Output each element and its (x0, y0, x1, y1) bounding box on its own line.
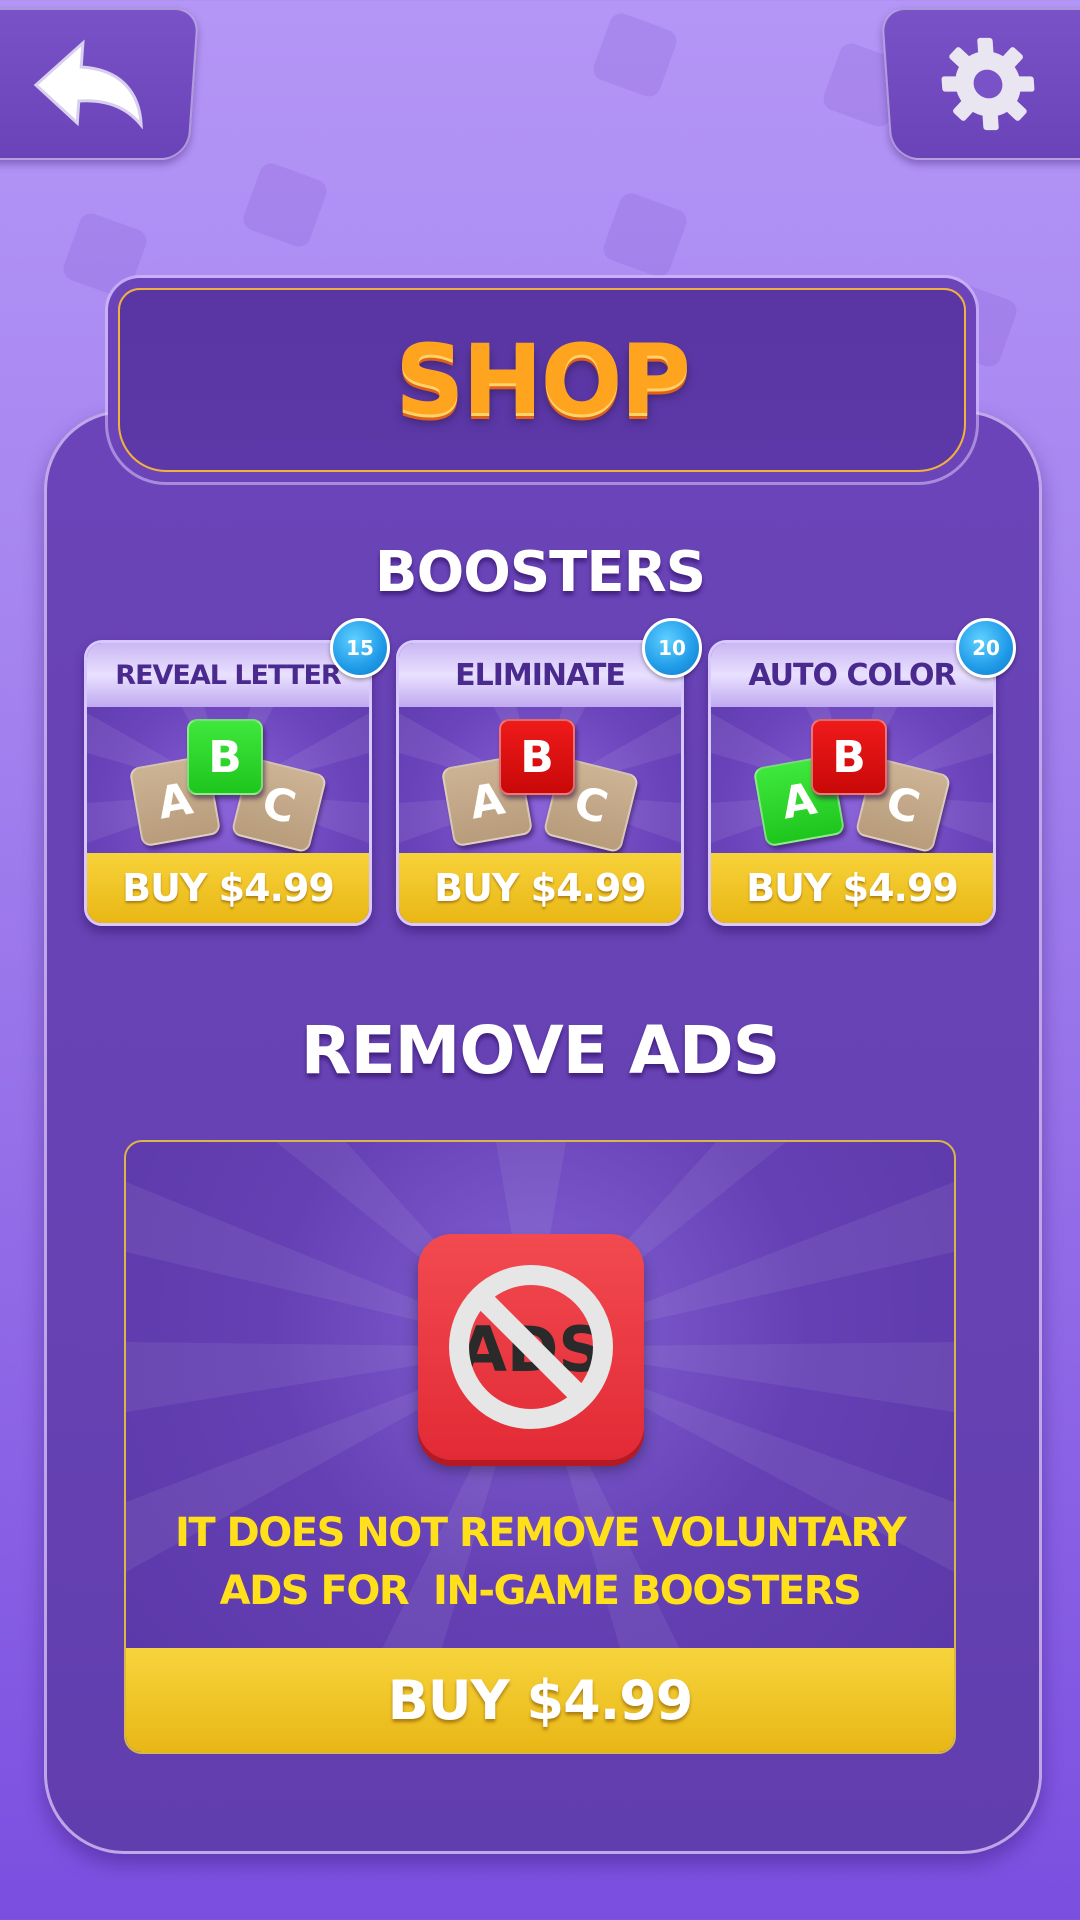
back-arrow-icon (33, 39, 143, 129)
booster-label: ELIMINATE (399, 643, 681, 707)
bg-decor (600, 190, 690, 280)
booster-label: AUTO COLOR (711, 643, 993, 707)
bg-decor (590, 10, 680, 100)
booster-card-auto-color[interactable]: AUTO COLOR A C B BUY $4.99 (708, 640, 996, 926)
shop-header: SHOP (118, 288, 966, 472)
count-badge: 20 (956, 618, 1016, 678)
count-badge: 10 (642, 618, 702, 678)
letter-tile-b: B (187, 719, 263, 795)
buy-button[interactable]: BUY $4.99 (87, 853, 369, 923)
no-ads-icon: ADS (418, 1234, 644, 1460)
note-line-1: IT DOES NOT REMOVE VOLUNTARY (174, 1510, 907, 1556)
booster-label: REVEAL LETTER (87, 643, 369, 707)
settings-button[interactable] (880, 8, 1080, 160)
back-button[interactable] (0, 8, 200, 160)
bg-decor (240, 160, 330, 250)
letter-tile-b: B (811, 719, 887, 795)
note-line-2: ADS FOR IN-GAME BOOSTERS (219, 1568, 862, 1614)
letter-tile-b: B (499, 719, 575, 795)
gear-icon (941, 37, 1035, 131)
remove-ads-card[interactable]: ADS IT DOES NOT REMOVE VOLUNTARY ADS FOR… (124, 1140, 956, 1754)
bg-decor (60, 210, 150, 300)
booster-card-reveal-letter[interactable]: REVEAL LETTER A C B BUY $4.99 (84, 640, 372, 926)
page-title: SHOP (395, 324, 690, 436)
boosters-title: BOOSTERS (374, 540, 706, 605)
buy-button[interactable]: BUY $4.99 (711, 853, 993, 923)
count-badge: 15 (330, 618, 390, 678)
remove-ads-note: IT DOES NOT REMOVE VOLUNTARY ADS FOR IN-… (126, 1504, 954, 1620)
booster-card-eliminate[interactable]: ELIMINATE A C B BUY $4.99 (396, 640, 684, 926)
buy-button[interactable]: BUY $4.99 (399, 853, 681, 923)
remove-ads-title: REMOVE ADS (300, 1012, 780, 1089)
remove-ads-buy-button[interactable]: BUY $4.99 (126, 1648, 954, 1752)
